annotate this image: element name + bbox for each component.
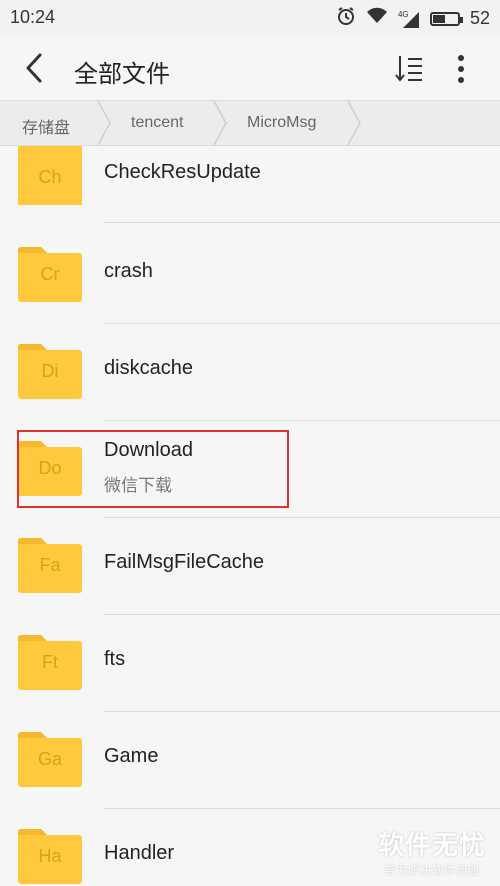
list-item[interactable]: Ga Game <box>0 712 500 809</box>
folder-name: diskcache <box>104 357 193 379</box>
status-bar: 10:24 4G 52 <box>0 0 500 36</box>
folder-icon: Ft <box>18 632 82 690</box>
list-item[interactable]: Ft fts <box>0 615 500 712</box>
watermark: 软件无忧 努力解决软件问题 <box>372 825 492 878</box>
breadcrumb-item-storage[interactable]: 存储盘 <box>22 114 70 138</box>
folder-name: CheckResUpdate <box>104 161 261 183</box>
sort-icon[interactable] <box>394 54 424 84</box>
breadcrumb: 存储盘 tencent MicroMsg <box>0 100 500 146</box>
breadcrumb-chevron-icon <box>97 101 111 145</box>
divider <box>104 222 500 223</box>
more-vertical-icon[interactable] <box>450 53 472 85</box>
folder-name: Game <box>104 745 159 767</box>
status-time: 10:24 <box>10 7 56 27</box>
watermark-main: 软件无忧 <box>377 830 486 860</box>
folder-abbr: Cr <box>40 264 60 284</box>
list-item[interactable]: Ch CheckResUpdate <box>0 146 500 240</box>
folder-abbr: Ha <box>38 846 62 866</box>
folder-name: FailMsgFileCache <box>104 551 265 573</box>
folder-icon: Fa <box>18 535 82 593</box>
title-bar: 全部文件 <box>0 36 500 100</box>
breadcrumb-item-tencent[interactable]: tencent <box>131 114 183 132</box>
wifi-icon <box>366 7 388 30</box>
chevron-left-icon[interactable] <box>20 51 50 85</box>
highlight-box <box>17 430 289 508</box>
battery-icon <box>429 11 463 26</box>
battery-fill <box>432 14 445 23</box>
breadcrumb-item-micromsg[interactable]: MicroMsg <box>247 114 316 132</box>
folder-abbr: Fa <box>39 555 61 575</box>
page-title: 全部文件 <box>74 61 170 88</box>
folder-icon: Di <box>18 341 82 399</box>
list-item[interactable]: Cr crash <box>0 227 500 324</box>
battery-percent: 52 <box>469 8 490 28</box>
folder-abbr: Ft <box>42 652 58 672</box>
folder-name: Handler <box>104 842 175 864</box>
folder-abbr: Ch <box>38 167 62 187</box>
alarm-icon <box>336 6 356 31</box>
breadcrumb-chevron-icon <box>347 101 361 145</box>
folder-icon: Cr <box>18 244 82 302</box>
folder-icon: Ga <box>18 729 82 787</box>
status-icons: 4G 52 <box>336 6 490 31</box>
signal-icon: 4G <box>398 10 420 28</box>
folder-icon: Ha <box>18 826 82 884</box>
watermark-sub: 努力解决软件问题 <box>384 865 480 877</box>
list-item[interactable]: Fa FailMsgFileCache <box>0 518 500 615</box>
folder-abbr: Ga <box>37 749 62 769</box>
list-item[interactable]: Di diskcache <box>0 324 500 421</box>
folder-icon: Ch <box>18 146 82 205</box>
file-list: Ch CheckResUpdate Cr crash Di diskcache … <box>0 146 500 886</box>
folder-name: fts <box>104 648 126 670</box>
folder-name: crash <box>104 260 153 282</box>
breadcrumb-chevron-icon <box>213 101 227 145</box>
folder-abbr: Di <box>41 361 59 381</box>
